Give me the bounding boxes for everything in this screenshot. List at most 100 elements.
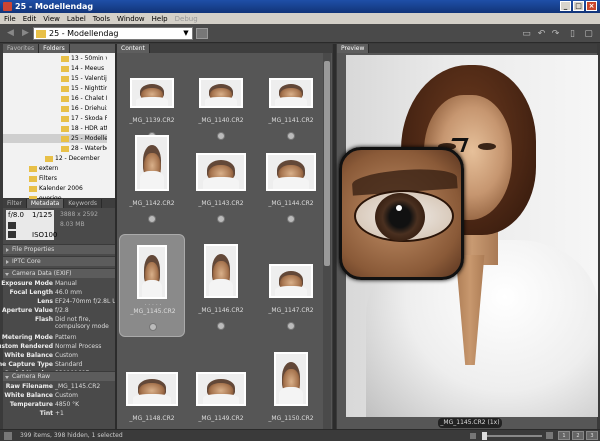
tree-item[interactable]: 16 - Chalet B [3, 94, 107, 103]
rotate-icon[interactable] [217, 322, 225, 330]
menu-window[interactable]: Window [117, 15, 145, 23]
forward-icon[interactable]: ▶ [19, 27, 32, 40]
thumbnail-image[interactable] [269, 264, 313, 298]
tree-item[interactable]: 16 - Driehuiz [3, 104, 107, 113]
thumbnail-item[interactable]: _MG_1142.CR2 [119, 127, 185, 230]
new-folder-icon[interactable]: ▢ [582, 28, 595, 40]
tree-item[interactable]: Kalender 2006 [3, 184, 107, 193]
tab-filter[interactable]: Filter [3, 199, 27, 208]
rotate-icon[interactable] [217, 215, 225, 223]
metadata-value: Pattern [55, 334, 77, 341]
thumbnail-filename: _MG_1144.CR2 [268, 200, 314, 207]
tree-item[interactable]: 12 - December [3, 154, 107, 163]
maximize-button[interactable]: □ [573, 1, 584, 11]
scroll-thumb[interactable] [324, 61, 330, 266]
section-iptc-core[interactable]: IPTC Core [3, 256, 115, 266]
rotate-icon[interactable] [287, 215, 295, 223]
thumbnail-item[interactable]: _MG_1150.CR2 [258, 342, 324, 441]
view-thumbnails-button[interactable]: 1 [558, 431, 570, 440]
menu-debug[interactable]: Debug [175, 15, 198, 23]
rotate-left-icon[interactable]: ↶ [535, 28, 548, 40]
metadata-row: Scene Capture TypeStandard [0, 361, 115, 370]
menu-bar: File Edit View Label Tools Window Help D… [0, 13, 600, 24]
folder-icon [61, 115, 69, 122]
thumbnail-image[interactable] [196, 372, 246, 406]
thumbnail-item[interactable]: _MG_1146.CR2 [188, 234, 254, 337]
camera-import-icon[interactable]: ▭ [520, 28, 533, 40]
tab-metadata[interactable]: Metadata [26, 199, 65, 208]
section-camera-raw[interactable]: Camera Raw [3, 371, 115, 381]
thumbnail-image[interactable] [199, 78, 243, 108]
loupe-magnifier[interactable] [339, 147, 464, 280]
tab-favorites[interactable]: Favorites [3, 44, 40, 53]
shutter-value: 1/125 [32, 211, 53, 219]
thumbnail-image[interactable] [196, 153, 246, 191]
tree-item[interactable]: 13 - 50min vei [3, 54, 107, 63]
tree-item[interactable]: 15 - Nighttime [3, 84, 107, 93]
folder-icon [29, 175, 37, 182]
thumbnail-image[interactable] [274, 352, 308, 406]
zoom-out-icon[interactable] [470, 433, 476, 439]
go-to-parent-button[interactable] [196, 28, 208, 39]
menu-label[interactable]: Label [67, 15, 86, 23]
folder-icon [61, 75, 69, 82]
menu-help[interactable]: Help [152, 15, 168, 23]
folder-icon [61, 95, 69, 102]
thumbnail-item[interactable]: _MG_1144.CR2 [258, 127, 324, 230]
tree-item[interactable]: 25 - Modellend [3, 134, 107, 143]
thumbnail-image[interactable] [135, 135, 169, 191]
tree-item[interactable]: extern [3, 164, 107, 173]
tab-keywords[interactable]: Keywords [64, 199, 103, 208]
section-camera-data[interactable]: Camera Data (EXIF) [3, 268, 115, 278]
tree-item[interactable]: 17 - Skoda Fa [3, 114, 107, 123]
tab-folders[interactable]: Folders [39, 44, 70, 53]
menu-edit[interactable]: Edit [23, 15, 37, 23]
tree-item[interactable]: 14 - Meeus [3, 64, 107, 73]
section-file-properties[interactable]: File Properties [3, 244, 115, 254]
rotate-icon[interactable] [149, 323, 157, 331]
tree-item[interactable]: 18 - HDR atte [3, 124, 107, 133]
thumbnail-item[interactable]: _MG_1148.CR2 [119, 342, 185, 441]
thumbnail-image[interactable] [269, 78, 313, 108]
thumbnail-image[interactable] [126, 372, 178, 406]
tab-preview[interactable]: Preview [337, 44, 370, 53]
thumbnail-item[interactable]: _MG_1143.CR2 [188, 127, 254, 230]
folders-tab-row: Favorites Folders [3, 44, 115, 53]
tree-item-label: Kalender 2006 [39, 185, 83, 192]
tree-item[interactable]: 15 - Valentijn [3, 74, 107, 83]
thumbnail-item[interactable]: _MG_1147.CR2 [258, 234, 324, 337]
back-icon[interactable]: ◀ [4, 27, 17, 40]
metadata-key: Metering Mode [1, 334, 53, 341]
path-dropdown[interactable]: 25 - Modellendag ▼ [33, 27, 193, 40]
rotate-icon[interactable] [287, 322, 295, 330]
thumbnail-image[interactable] [130, 78, 174, 108]
view-details-button[interactable]: 3 [586, 431, 598, 440]
thumbnail-image[interactable] [137, 245, 167, 299]
menu-tools[interactable]: Tools [93, 15, 110, 23]
rotate-icon[interactable] [148, 215, 156, 223]
metadata-key: Raw Filename [5, 383, 53, 390]
minimize-button[interactable]: _ [560, 1, 571, 11]
menu-file[interactable]: File [4, 15, 16, 23]
slider-knob[interactable] [482, 432, 487, 440]
trash-icon[interactable]: ▯ [566, 28, 579, 40]
tree-item[interactable]: Filters [3, 174, 107, 183]
right-splitter[interactable] [333, 44, 336, 429]
chevron-down-icon[interactable]: ▼ [181, 29, 191, 38]
thumbnail-size-slider[interactable] [482, 432, 542, 440]
thumbnail-image[interactable] [204, 244, 238, 298]
tree-item[interactable]: 28 - Waterbe [3, 144, 107, 153]
thumbnail-image[interactable] [266, 153, 316, 191]
thumbnail-item[interactable]: _MG_1149.CR2 [188, 342, 254, 441]
metadata-key: Lens [37, 298, 53, 305]
toggle-panels-icon[interactable] [4, 432, 12, 440]
metadata-key: Custom Rendered [0, 343, 53, 350]
thumbnail-item[interactable]: · · · · · _MG_1145.CR2 [119, 234, 185, 337]
tree-item-label: 16 - Chalet B [71, 95, 107, 102]
content-scrollbar[interactable] [323, 53, 331, 429]
close-button[interactable]: × [586, 1, 597, 11]
rotate-right-icon[interactable]: ↷ [549, 28, 562, 40]
zoom-in-icon[interactable] [546, 432, 553, 439]
view-filmstrip-button[interactable]: 2 [572, 431, 584, 440]
menu-view[interactable]: View [43, 15, 60, 23]
